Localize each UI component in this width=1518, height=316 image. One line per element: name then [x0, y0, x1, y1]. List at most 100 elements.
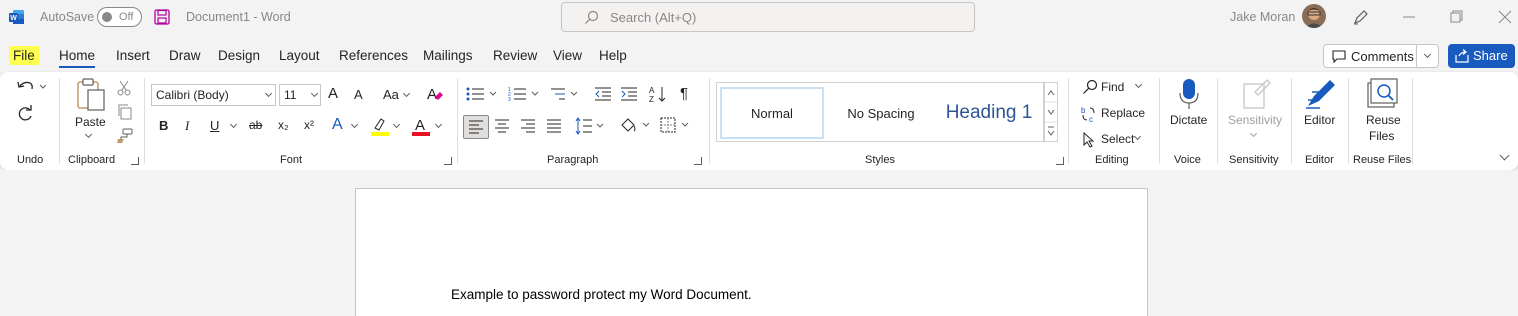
font-launcher-icon[interactable]: [444, 157, 452, 165]
autosave-label: AutoSave: [40, 10, 95, 24]
document-title: Document1 - Word: [186, 10, 291, 24]
select-label[interactable]: Select: [1101, 132, 1134, 146]
undo-icon[interactable]: [16, 78, 46, 96]
subscript-button[interactable]: x₂: [278, 118, 289, 132]
tab-references[interactable]: References: [339, 48, 408, 63]
tab-file[interactable]: File: [9, 46, 39, 65]
styles-launcher-icon[interactable]: [1056, 157, 1064, 165]
svg-text:c: c: [1089, 115, 1093, 123]
text-effects-icon[interactable]: A: [332, 116, 343, 134]
paste-icon[interactable]: [75, 78, 107, 112]
shading-icon[interactable]: [619, 116, 653, 134]
style-heading-1[interactable]: Heading 1: [937, 87, 1041, 139]
search-placeholder: Search (Alt+Q): [610, 10, 697, 25]
editor-label[interactable]: Editor: [1304, 113, 1335, 127]
align-left-button[interactable]: [463, 115, 489, 139]
change-case-icon[interactable]: Aa: [383, 87, 399, 102]
group-label-paragraph: Paragraph: [547, 154, 599, 166]
comments-button[interactable]: Comments: [1323, 44, 1439, 68]
superscript-button[interactable]: x²: [304, 118, 314, 132]
pen-icon[interactable]: [1352, 8, 1370, 26]
autosave-toggle[interactable]: Off: [97, 7, 142, 27]
group-label-font: Font: [280, 154, 303, 166]
dictate-label[interactable]: Dictate: [1170, 113, 1207, 127]
strikethrough-button[interactable]: ab: [249, 118, 262, 132]
sensitivity-icon[interactable]: [1241, 78, 1271, 110]
font-color-icon[interactable]: A: [412, 116, 430, 136]
collapse-ribbon-icon[interactable]: [1499, 150, 1510, 161]
redo-icon[interactable]: [16, 104, 34, 122]
tab-layout[interactable]: Layout: [279, 48, 320, 63]
tab-draw[interactable]: Draw: [169, 48, 201, 63]
numbering-icon[interactable]: 123: [508, 86, 546, 102]
tab-design[interactable]: Design: [218, 48, 260, 63]
font-size-dropdown[interactable]: 11: [279, 84, 321, 106]
user-name[interactable]: Jake Moran: [1230, 10, 1295, 24]
search-box[interactable]: Search (Alt+Q): [561, 2, 975, 32]
tab-insert[interactable]: Insert: [116, 48, 150, 63]
styles-gallery: Normal No Spacing Heading 1: [716, 82, 1044, 142]
search-icon: [584, 10, 600, 26]
bullets-icon[interactable]: [466, 86, 504, 102]
reuse-label-line2[interactable]: Files: [1369, 129, 1394, 143]
underline-button[interactable]: U: [210, 118, 219, 133]
document-body-text[interactable]: Example to password protect my Word Docu…: [451, 287, 752, 302]
style-no-spacing[interactable]: No Spacing: [829, 87, 933, 139]
svg-text:A: A: [415, 117, 425, 134]
tab-help[interactable]: Help: [599, 48, 627, 63]
svg-text:Z: Z: [649, 95, 654, 103]
increase-indent-icon[interactable]: [620, 86, 638, 102]
reuse-label-line1[interactable]: Reuse: [1366, 113, 1401, 127]
select-icon[interactable]: [1082, 132, 1096, 148]
clipboard-launcher-icon[interactable]: [131, 157, 139, 165]
copy-icon[interactable]: [117, 104, 133, 120]
tab-view[interactable]: View: [553, 48, 582, 63]
show-formatting-icon[interactable]: ¶: [680, 85, 688, 102]
font-name-dropdown[interactable]: Calibri (Body): [151, 84, 276, 106]
replace-label[interactable]: Replace: [1101, 106, 1145, 120]
style-normal[interactable]: Normal: [720, 87, 824, 139]
minimize-button[interactable]: [1398, 6, 1420, 28]
highlight-icon[interactable]: [371, 116, 389, 136]
chevron-down-icon[interactable]: [1423, 50, 1432, 59]
grow-font-icon[interactable]: A: [328, 85, 338, 102]
paste-label[interactable]: Paste: [75, 115, 106, 129]
save-icon[interactable]: [154, 9, 170, 25]
decrease-indent-icon[interactable]: [594, 86, 612, 102]
tab-mailings[interactable]: Mailings: [423, 48, 473, 63]
line-spacing-icon[interactable]: [574, 117, 608, 135]
italic-button[interactable]: I: [185, 118, 189, 134]
share-button[interactable]: Share: [1448, 44, 1515, 68]
reuse-files-icon[interactable]: [1366, 78, 1400, 110]
sort-icon[interactable]: AZ: [649, 85, 667, 103]
document-page[interactable]: Example to password protect my Word Docu…: [355, 188, 1148, 316]
share-label: Share: [1473, 48, 1508, 63]
align-center-icon[interactable]: [494, 119, 510, 133]
avatar[interactable]: [1302, 4, 1326, 28]
paragraph-launcher-icon[interactable]: [694, 157, 702, 165]
cut-icon[interactable]: [117, 80, 131, 96]
justify-icon[interactable]: [546, 119, 562, 133]
align-right-icon[interactable]: [520, 119, 536, 133]
clear-formatting-icon[interactable]: A: [426, 85, 444, 103]
microphone-icon[interactable]: [1178, 78, 1200, 110]
sensitivity-label[interactable]: Sensitivity: [1228, 113, 1282, 127]
toggle-knob: [102, 12, 112, 22]
styles-gallery-scroll[interactable]: [1044, 82, 1058, 142]
borders-icon[interactable]: [660, 117, 694, 135]
replace-icon[interactable]: bc: [1081, 105, 1097, 123]
close-button[interactable]: [1494, 6, 1516, 28]
tab-home[interactable]: Home: [59, 48, 96, 68]
find-icon[interactable]: [1082, 79, 1098, 95]
tab-review[interactable]: Review: [493, 48, 537, 63]
shrink-font-icon[interactable]: A: [354, 87, 363, 102]
restore-button[interactable]: [1445, 6, 1467, 28]
share-icon: [1455, 49, 1469, 63]
bold-button[interactable]: B: [159, 118, 168, 133]
format-painter-icon[interactable]: [115, 128, 133, 144]
editor-icon[interactable]: [1304, 78, 1338, 110]
svg-text:A: A: [427, 86, 437, 103]
multilevel-list-icon[interactable]: [549, 86, 581, 102]
find-label[interactable]: Find: [1101, 80, 1124, 94]
group-label-clipboard: Clipboard: [68, 154, 116, 166]
